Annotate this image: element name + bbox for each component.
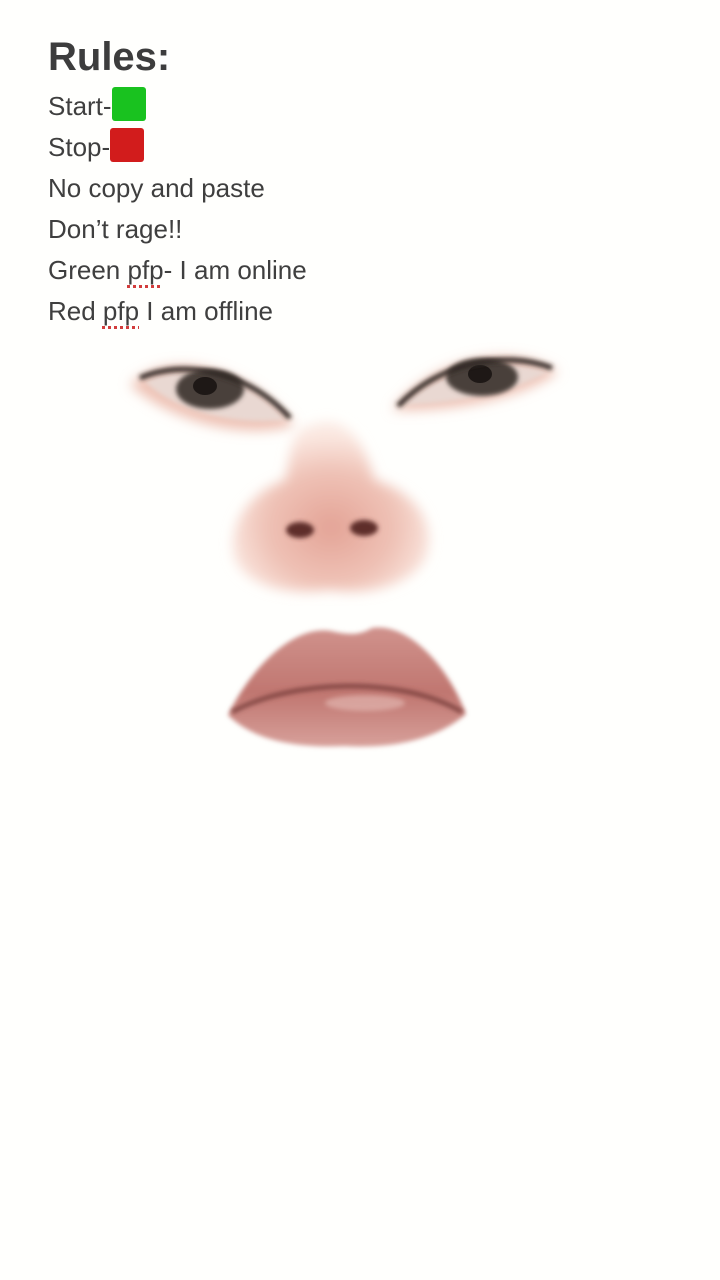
rule-no-copy: No copy and paste <box>48 173 265 203</box>
left-eye <box>130 365 295 431</box>
rule-red-prefix: Red <box>48 296 103 326</box>
rules-note: Rules: Start- Stop- No copy and paste Do… <box>48 34 648 332</box>
rule-green-pfp: Green pfp- I am online <box>48 250 648 291</box>
red-square-icon <box>110 128 145 162</box>
rule-stop-label: Stop- <box>48 132 111 162</box>
rule-green-suffix: - I am online <box>163 255 307 285</box>
right-eye <box>392 356 558 411</box>
rule-no-rage: Don’t rage!! <box>48 214 183 244</box>
rule-green-prefix: Green <box>48 255 128 285</box>
rule-green-pfp-word: pfp <box>127 255 164 285</box>
rule-start: Start- <box>48 86 648 127</box>
green-square-icon <box>111 87 146 121</box>
rule-stop: Stop- <box>48 127 648 168</box>
rule-red-suffix: I am offline <box>139 296 274 326</box>
rule-red-pfp: Red pfp I am offline <box>48 291 648 332</box>
rule-start-label: Start- <box>48 91 112 121</box>
lips <box>228 627 466 747</box>
nose <box>233 422 429 592</box>
face-cutout-image <box>130 356 558 747</box>
rule-red-pfp-word: pfp <box>102 296 140 326</box>
rules-title: Rules: <box>48 35 171 79</box>
